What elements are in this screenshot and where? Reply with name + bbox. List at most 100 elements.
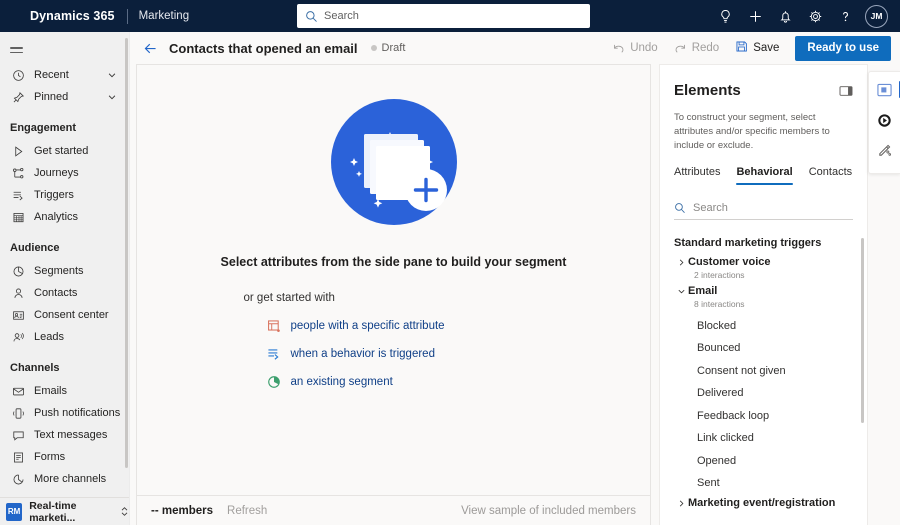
global-search-input[interactable]: Search <box>297 4 590 28</box>
sidebar-item-label: Pinned <box>34 91 69 103</box>
question-icon[interactable] <box>830 0 860 32</box>
top-header: Dynamics 365 Marketing Search JM <box>0 0 900 32</box>
chevron-down-icon[interactable] <box>107 70 117 80</box>
app-name-label[interactable]: Marketing <box>139 10 190 22</box>
clock-icon <box>10 67 26 83</box>
main-column: Contacts that opened an email Draft Undo <box>130 32 900 525</box>
attribute-icon <box>266 318 282 334</box>
behavioral-tree: Standard marketing triggers Customer voi… <box>660 220 867 525</box>
brand-label[interactable]: Dynamics 365 <box>30 9 115 23</box>
sidebar-item-get-started[interactable]: Get started <box>0 140 129 162</box>
trigger-icon <box>266 346 282 362</box>
sidebar-item-pinned[interactable]: Pinned <box>0 86 129 108</box>
sidebar-item-journeys[interactable]: Journeys <box>0 162 129 184</box>
area-switcher[interactable]: RM Real-time marketi... <box>0 497 129 525</box>
command-bar-actions: Undo Redo Save Ready to use <box>604 32 891 64</box>
sidebar-item-label: Push notifications <box>34 407 121 419</box>
workspace: Select attributes from the side pane to … <box>130 64 900 525</box>
redo-icon <box>675 44 685 53</box>
gear-icon[interactable] <box>800 0 830 32</box>
sidebar-item-push-notifications[interactable]: Push notifications <box>0 402 129 424</box>
tree-node-meta: 8 interactions <box>694 299 745 310</box>
chat-icon <box>10 427 26 443</box>
journeys-icon <box>10 165 26 181</box>
sidebar-item-leads[interactable]: Leads <box>0 326 129 348</box>
chevron-down-icon[interactable] <box>107 92 117 102</box>
refresh-button[interactable]: Refresh <box>227 505 267 517</box>
sidebar-item-label: Analytics <box>34 211 79 223</box>
leads-icon <box>10 329 26 345</box>
sidebar-item-triggers[interactable]: Triggers <box>0 184 129 206</box>
sidebar-item-contacts[interactable]: Contacts <box>0 282 129 304</box>
elements-panel-header: Elements <box>660 65 867 99</box>
tree-leaf-bounced[interactable]: Bounced <box>674 337 853 360</box>
empty-state-illustration <box>328 96 460 228</box>
canvas-footer: -- members Refresh View sample of includ… <box>137 495 650 525</box>
redo-label: Redo <box>691 42 720 54</box>
empty-state-title: Select attributes from the side pane to … <box>220 255 567 269</box>
back-button[interactable] <box>135 32 165 64</box>
sidebar-item-emails[interactable]: Emails <box>0 380 129 402</box>
sidebar-item-more-channels[interactable]: More channels <box>0 468 129 490</box>
bell-icon[interactable] <box>770 0 800 32</box>
sidebar-scrollbar[interactable] <box>125 38 128 468</box>
global-search-placeholder: Search <box>324 10 359 22</box>
tree-scrollbar[interactable] <box>861 238 864 424</box>
tree-leaf-consent-not-given[interactable]: Consent not given <box>674 359 853 382</box>
magic-wand-icon[interactable] <box>872 137 898 163</box>
tree-leaf-feedback-loop[interactable]: Feedback loop <box>674 404 853 427</box>
more-channels-icon <box>10 471 26 487</box>
collapse-panel-icon[interactable] <box>839 85 853 97</box>
sidebar-collapse-button[interactable] <box>0 36 129 64</box>
chevron-updown-icon[interactable] <box>120 506 129 517</box>
undo-button[interactable]: Undo <box>604 36 666 60</box>
area-switcher-label: Real-time marketi... <box>29 499 77 524</box>
option-existing-segment[interactable]: an existing segment <box>244 374 544 390</box>
ready-to-use-button[interactable]: Ready to use <box>795 35 891 61</box>
tree-node-row[interactable]: Email <box>674 285 853 297</box>
tab-attributes[interactable]: Attributes <box>674 166 720 185</box>
save-button[interactable]: Save <box>727 36 787 60</box>
lightbulb-icon[interactable] <box>710 0 740 32</box>
tree-node-marketing-event-registration[interactable]: Marketing event/registration <box>674 497 853 509</box>
sidebar-item-label: Get started <box>34 145 89 157</box>
sidebar-group-audience: Audience <box>10 242 60 254</box>
sidebar-item-analytics[interactable]: Analytics <box>0 206 129 228</box>
sidebar-item-segments[interactable]: Segments <box>0 260 129 282</box>
tab-contacts[interactable]: Contacts <box>809 166 852 185</box>
tree-leaf-delivered[interactable]: Delivered <box>674 382 853 405</box>
sidebar-item-recent[interactable]: Recent <box>0 64 129 86</box>
tree-node-row[interactable]: Customer voice <box>674 256 853 268</box>
plus-icon[interactable] <box>740 0 770 32</box>
sidebar-item-consent-center[interactable]: Consent center <box>0 304 129 326</box>
avatar[interactable]: JM <box>865 4 888 28</box>
sidebar-item-forms[interactable]: Forms <box>0 446 129 468</box>
tree-leaf-opened[interactable]: Opened <box>674 449 853 472</box>
panel-search-input[interactable]: Search <box>674 196 853 221</box>
copilot-icon[interactable] <box>872 107 898 133</box>
page-title: Contacts that opened an email <box>169 40 358 56</box>
tree-node-email[interactable]: Email 8 interactions <box>674 285 853 309</box>
tree-node-meta: 2 interactions <box>694 270 745 281</box>
elements-panel-icon[interactable] <box>872 77 900 103</box>
tree-leaf-blocked[interactable]: Blocked <box>674 314 853 337</box>
chevron-down-icon[interactable] <box>674 287 688 296</box>
view-sample-link[interactable]: View sample of included members <box>461 505 636 517</box>
segment-canvas: Select attributes from the side pane to … <box>136 64 651 525</box>
tree-leaf-link-clicked[interactable]: Link clicked <box>674 427 853 450</box>
app-body: Recent Pinned Engagement Get started Jou… <box>0 32 900 525</box>
elements-panel-description: To construct your segment, select attrib… <box>674 112 830 151</box>
option-specific-attribute[interactable]: people with a specific attribute <box>244 318 544 334</box>
tree-node-customer-voice[interactable]: Customer voice 2 interactions <box>674 256 853 280</box>
chevron-right-icon[interactable] <box>674 499 688 508</box>
play-outline-icon <box>10 143 26 159</box>
tree-leaf-sent[interactable]: Sent <box>674 472 853 495</box>
chevron-right-icon[interactable] <box>674 258 688 267</box>
option-behavior-triggered[interactable]: when a behavior is triggered <box>244 346 544 362</box>
tree-node-row[interactable]: Marketing event/registration <box>674 497 853 509</box>
sidebar-item-text-messages[interactable]: Text messages <box>0 424 129 446</box>
redo-button[interactable]: Redo <box>666 36 728 60</box>
hamburger-icon <box>10 47 23 53</box>
tab-behavioral[interactable]: Behavioral <box>736 166 793 186</box>
search-icon <box>675 202 685 213</box>
